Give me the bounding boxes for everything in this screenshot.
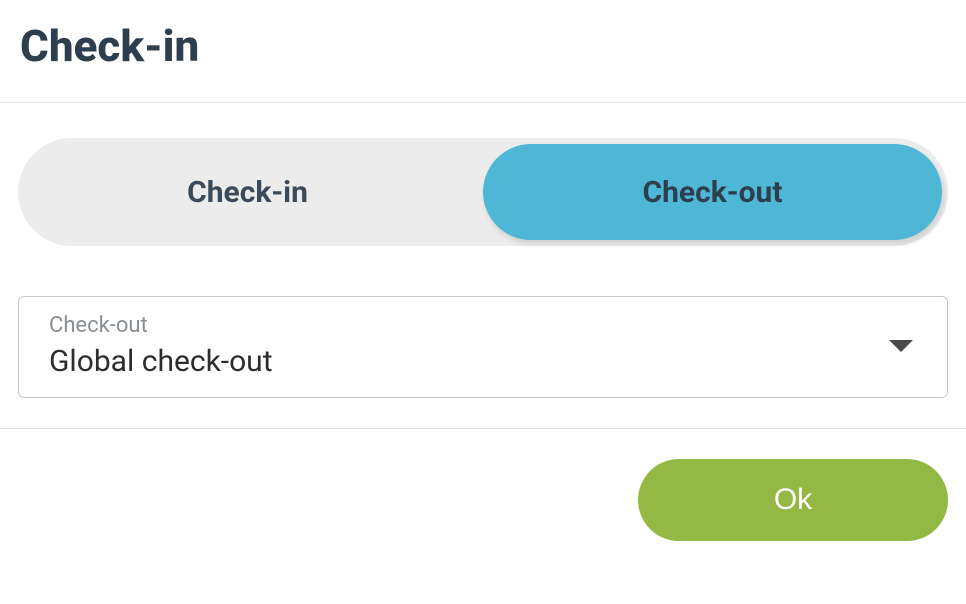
chevron-down-icon xyxy=(889,340,913,352)
tab-check-out[interactable]: Check-out xyxy=(483,144,942,240)
content: Check-in Check-out Check-out Global chec… xyxy=(0,103,966,429)
tab-label: Check-out xyxy=(643,175,783,210)
select-label: Check-out xyxy=(49,313,273,338)
segmented-control: Check-in Check-out xyxy=(18,138,948,246)
footer: Ok xyxy=(0,429,966,571)
select-value: Global check-out xyxy=(49,344,273,379)
checkout-select[interactable]: Check-out Global check-out xyxy=(18,296,948,398)
select-text: Check-out Global check-out xyxy=(49,313,273,379)
header: Check-in xyxy=(0,0,966,103)
tab-check-in[interactable]: Check-in xyxy=(18,138,477,246)
page-title: Check-in xyxy=(20,20,946,72)
tab-label: Check-in xyxy=(187,175,308,210)
ok-button[interactable]: Ok xyxy=(638,459,948,541)
